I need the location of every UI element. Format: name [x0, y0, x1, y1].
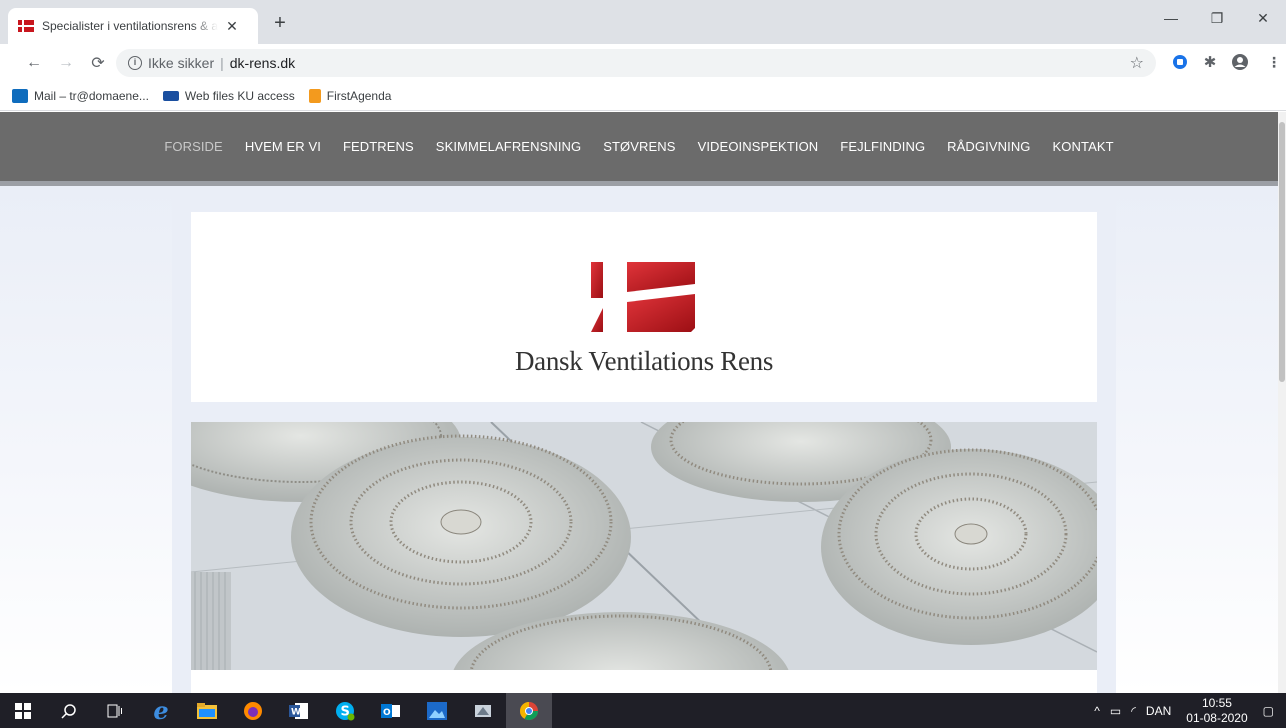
- address-bar[interactable]: i Ikke sikker | dk-rens.dk ☆: [116, 49, 1156, 77]
- svg-text:W: W: [291, 707, 301, 717]
- url-text[interactable]: dk-rens.dk: [230, 55, 295, 71]
- firstagenda-icon: [308, 88, 321, 103]
- tray-chevron-up-icon[interactable]: ^: [1094, 704, 1100, 718]
- new-tab-button[interactable]: +: [268, 12, 292, 36]
- bookmark-label: FirstAgenda: [326, 88, 392, 103]
- system-clock[interactable]: 10:55 01-08-2020: [1186, 696, 1247, 726]
- bookmark-label: Mail – tr@domaene...: [34, 88, 149, 103]
- browser-tab[interactable]: Specialister i ventilationsrens & a ✕: [8, 8, 258, 44]
- snipping-icon[interactable]: [460, 693, 506, 728]
- outlook-icon: [12, 88, 28, 103]
- bookmark-mail[interactable]: Mail – tr@domaene...: [12, 88, 149, 103]
- brand-name: Dansk Ventilations Rens: [514, 346, 774, 376]
- file-explorer-icon[interactable]: [184, 693, 230, 728]
- chrome-icon[interactable]: [506, 693, 552, 728]
- tab-strip: Specialister i ventilationsrens & a ✕ + …: [0, 0, 1286, 44]
- skype-icon[interactable]: S: [322, 693, 368, 728]
- nav-fedtrens[interactable]: FEDTRENS: [343, 139, 414, 154]
- nav-skimmelafrensning[interactable]: SKIMMELAFRENSNING: [436, 139, 581, 154]
- forward-button[interactable]: →: [52, 49, 80, 77]
- firefox-icon[interactable]: [230, 693, 276, 728]
- scrollbar-thumb[interactable]: [1279, 122, 1285, 382]
- windows-taskbar: e W S O ^ ▭ ◜ DAN 10:55 01-08-2020 ▢: [0, 693, 1286, 728]
- extensions-puzzle-icon[interactable]: ✱: [1198, 50, 1222, 74]
- close-window-button[interactable]: ✕: [1240, 0, 1286, 36]
- security-label: Ikke sikker: [148, 55, 215, 71]
- bookmark-web-files[interactable]: Web files KU access: [162, 88, 295, 103]
- nav-radgivning[interactable]: RÅDGIVNING: [947, 139, 1030, 154]
- search-icon[interactable]: [46, 693, 92, 728]
- profile-icon[interactable]: [1228, 50, 1252, 74]
- fan-2: [291, 434, 631, 637]
- word-icon[interactable]: W: [276, 693, 322, 728]
- menu-kebab-icon[interactable]: ⋮: [1262, 50, 1286, 74]
- company-logo-icon[interactable]: [589, 262, 697, 334]
- info-icon[interactable]: i: [128, 56, 142, 70]
- page-viewport: FORSIDE HVEM ER VI FEDTRENS SKIMMELAFREN…: [0, 112, 1278, 693]
- ku-icon: [162, 90, 179, 101]
- tab-title: Specialister i ventilationsrens & a: [42, 19, 218, 33]
- windows-start-icon[interactable]: [0, 693, 46, 728]
- bookmark-firstagenda[interactable]: FirstAgenda: [308, 88, 392, 103]
- task-view-icon[interactable]: [92, 693, 138, 728]
- reload-button[interactable]: ⟳: [84, 49, 112, 77]
- edge-icon[interactable]: e: [138, 693, 184, 728]
- nav-forside[interactable]: FORSIDE: [164, 139, 222, 154]
- outlook-icon[interactable]: O: [368, 693, 414, 728]
- address-separator: |: [220, 55, 224, 71]
- back-button[interactable]: ←: [20, 49, 48, 77]
- minimize-button[interactable]: —: [1148, 0, 1194, 36]
- clock-time: 10:55: [1201, 695, 1232, 710]
- nav-fejlfinding[interactable]: FEJLFINDING: [840, 139, 925, 154]
- wifi-icon[interactable]: ◜: [1131, 704, 1136, 718]
- battery-icon[interactable]: ▭: [1110, 704, 1121, 718]
- language-indicator[interactable]: DAN: [1146, 704, 1171, 718]
- nav-videoinspektion[interactable]: VIDEOINSPEKTION: [698, 139, 819, 154]
- bookmarks-bar: Mail – tr@domaene... Web files KU access…: [0, 81, 1286, 111]
- svg-text:O: O: [383, 708, 391, 718]
- nav-kontakt[interactable]: KONTAKT: [1053, 139, 1114, 154]
- nav-hvem-er-vi[interactable]: HVEM ER VI: [245, 139, 321, 154]
- notification-icon[interactable]: ▢: [1263, 704, 1274, 718]
- bookmark-label: Web files KU access: [184, 88, 295, 103]
- tab-close-icon[interactable]: ✕: [224, 18, 240, 35]
- content-below-hero: [191, 670, 1097, 693]
- site-favicon-icon: [18, 20, 34, 32]
- site-navigation: FORSIDE HVEM ER VI FEDTRENS SKIMMELAFREN…: [0, 112, 1278, 186]
- clock-date: 01-08-2020: [1186, 710, 1248, 725]
- browser-toolbar: ← → ⟳ i Ikke sikker | dk-rens.dk ☆: [0, 44, 1286, 81]
- photos-icon[interactable]: [414, 693, 460, 728]
- page-scrollbar[interactable]: [1278, 112, 1286, 693]
- system-tray: ^ ▭ ◜ DAN 10:55 01-08-2020 ▢: [1089, 693, 1286, 728]
- extension-icon[interactable]: [1168, 50, 1192, 74]
- hero-image: [191, 422, 1097, 670]
- nav-stovrens[interactable]: STØVRENS: [603, 139, 675, 154]
- site-header: Dansk Ventilations Rens: [191, 212, 1097, 402]
- bookmark-star-icon[interactable]: ☆: [1130, 53, 1144, 73]
- restore-button[interactable]: ❐: [1194, 0, 1240, 36]
